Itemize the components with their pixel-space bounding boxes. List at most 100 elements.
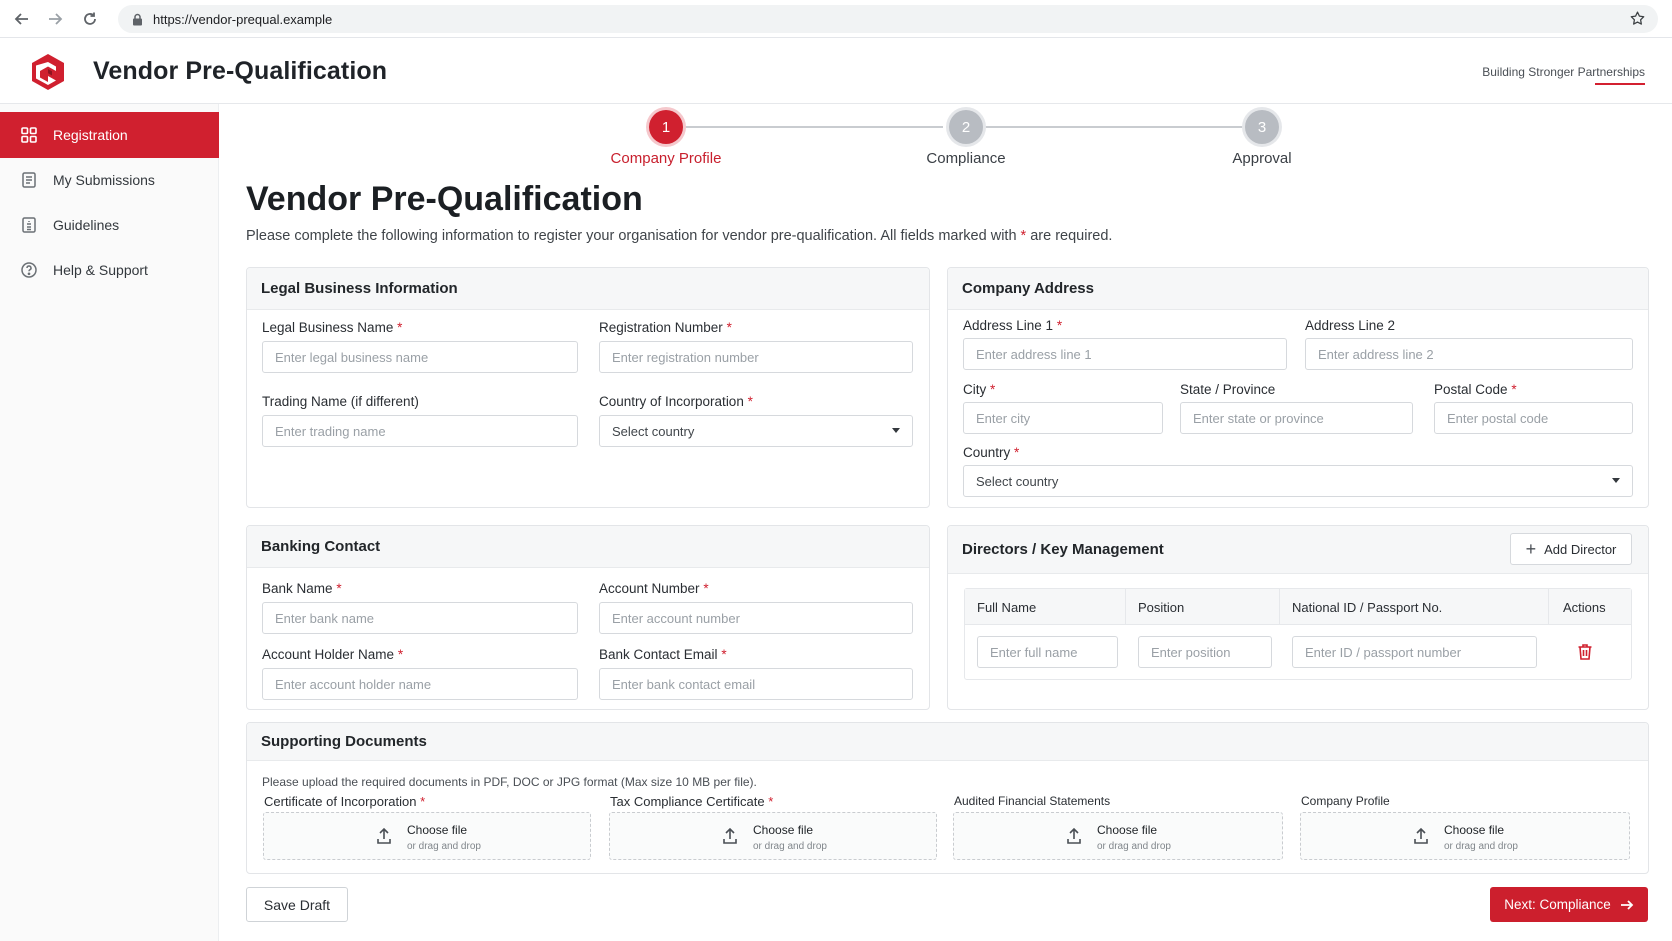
add-director-label: Add Director <box>1544 541 1617 557</box>
app-title: Vendor Pre-Qualification <box>93 57 388 85</box>
chevron-down-icon <box>1612 478 1620 483</box>
column-header: Position <box>1126 589 1280 625</box>
bank-email-label: Bank Contact Email * <box>599 647 727 662</box>
country-label: Country * <box>963 445 1020 460</box>
city-input[interactable]: Enter city <box>963 402 1163 434</box>
state-label: State / Province <box>1180 382 1276 397</box>
page-intro: Please complete the following informatio… <box>246 228 1112 244</box>
supporting-documents-card: Supporting Documents Please upload the r… <box>246 722 1649 874</box>
sidebar-item-label: My Submissions <box>53 172 155 188</box>
card-title: Company Address <box>948 268 1648 310</box>
document-label: Company Profile <box>1301 794 1390 808</box>
country-select[interactable]: Select country <box>963 465 1633 497</box>
grid-icon <box>19 125 39 145</box>
intro-text: Please complete the following informatio… <box>246 228 1017 244</box>
column-header: Actions <box>1563 599 1606 615</box>
upload-icon <box>1413 827 1429 845</box>
legal-name-input[interactable]: Enter legal business name <box>262 341 578 373</box>
tagline: Building Stronger Partnerships <box>1482 65 1645 79</box>
card-title: Supporting Documents <box>247 723 1648 761</box>
account-holder-label: Account Holder Name * <box>262 647 404 662</box>
account-number-label: Account Number * <box>599 581 709 596</box>
page-title: Vendor Pre-Qualification <box>246 180 643 218</box>
back-icon[interactable] <box>12 9 32 29</box>
step-2-circle[interactable]: 2 <box>949 110 983 144</box>
directors-card: Directors / Key Management + Add Directo… <box>947 525 1649 710</box>
arrow-right-icon <box>1620 898 1634 912</box>
postal-code-label: Postal Code * <box>1434 382 1517 397</box>
legal-name-label: Legal Business Name * <box>262 320 403 335</box>
step-2-label: Compliance <box>926 150 1006 167</box>
sidebar-item-label: Guidelines <box>53 217 120 233</box>
card-title: Legal Business Information <box>247 268 929 310</box>
next-compliance-button[interactable]: Next: Compliance <box>1490 887 1648 922</box>
director-id-input[interactable]: Enter ID / passport number <box>1292 636 1537 668</box>
upload-dropzone[interactable]: Choose file or drag and drop <box>953 812 1283 860</box>
trading-name-label: Trading Name (if different) <box>262 394 419 409</box>
sidebar-item-guidelines[interactable]: Guidelines <box>0 202 219 248</box>
banking-contact-card: Banking Contact Bank Name * Enter bank n… <box>246 525 930 710</box>
tagline-underline <box>1595 83 1645 85</box>
upload-dropzone[interactable]: Choose file or drag and drop <box>609 812 937 860</box>
sidebar-item-my-submissions[interactable]: My Submissions <box>0 157 219 203</box>
company-address-card: Company Address Address Line 1 * Enter a… <box>947 267 1649 508</box>
add-director-button[interactable]: + Add Director <box>1510 533 1632 565</box>
documents-hint: Please upload the required documents in … <box>262 775 757 789</box>
card-title: Banking Contact <box>247 526 929 568</box>
sidebar: Registration My Submissions Guidelines H… <box>0 104 219 941</box>
select-value: Select country <box>976 473 1059 489</box>
upload-icon <box>722 827 738 845</box>
address-line1-input[interactable]: Enter address line 1 <box>963 338 1287 370</box>
registration-number-input[interactable]: Enter registration number <box>599 341 913 373</box>
plus-icon: + <box>1525 539 1537 559</box>
trash-icon[interactable] <box>1577 643 1593 661</box>
registration-number-label: Registration Number * <box>599 320 732 335</box>
account-holder-input[interactable]: Enter account holder name <box>262 668 578 700</box>
upload-dropzone[interactable]: Choose file or drag and drop <box>263 812 591 860</box>
save-draft-button[interactable]: Save Draft <box>246 887 348 922</box>
document-label: Tax Compliance Certificate * <box>610 794 774 809</box>
directors-table: Full Name Position National ID / Passpor… <box>964 588 1632 680</box>
upload-icon <box>1066 827 1082 845</box>
star-icon[interactable] <box>1629 10 1646 27</box>
address-line2-input[interactable]: Enter address line 2 <box>1305 338 1633 370</box>
state-input[interactable]: Enter state or province <box>1180 402 1413 434</box>
stepper-line-1 <box>683 126 943 128</box>
stepper-line-2 <box>983 126 1245 128</box>
chevron-down-icon <box>892 428 900 433</box>
step-1-circle[interactable]: 1 <box>649 110 683 144</box>
step-1-label: Company Profile <box>610 150 722 167</box>
sidebar-item-registration[interactable]: Registration <box>0 112 219 158</box>
address-line1-label: Address Line 1 * <box>963 318 1063 333</box>
director-name-input[interactable]: Enter full name <box>977 636 1118 668</box>
upload-dropzone[interactable]: Choose file or drag and drop <box>1300 812 1630 860</box>
book-icon <box>19 215 39 235</box>
url-text: https://vendor-prequal.example <box>153 11 333 27</box>
browser-toolbar: https://vendor-prequal.example <box>0 0 1672 38</box>
upload-icon <box>376 827 392 845</box>
country-incorporation-select[interactable]: Select country <box>599 415 913 447</box>
lock-icon <box>132 13 143 26</box>
country-incorporation-label: Country of Incorporation * <box>599 394 753 409</box>
account-number-input[interactable]: Enter account number <box>599 602 913 634</box>
choose-file-label: Choose file <box>753 823 814 837</box>
trading-name-input[interactable]: Enter trading name <box>262 415 578 447</box>
address-bar[interactable]: https://vendor-prequal.example <box>118 5 1658 33</box>
bank-name-input[interactable]: Enter bank name <box>262 602 578 634</box>
reload-icon[interactable] <box>80 9 100 29</box>
sidebar-item-help-support[interactable]: Help & Support <box>0 247 219 293</box>
bank-email-input[interactable]: Enter bank contact email <box>599 668 913 700</box>
drag-drop-label: or drag and drop <box>1444 841 1518 852</box>
step-3-label: Approval <box>1232 150 1292 167</box>
forward-icon[interactable] <box>45 9 65 29</box>
director-position-input[interactable]: Enter position <box>1138 636 1272 668</box>
choose-file-label: Choose file <box>1097 823 1158 837</box>
city-label: City * <box>963 382 996 397</box>
choose-file-label: Choose file <box>1444 823 1505 837</box>
column-header: Full Name <box>965 589 1126 625</box>
drag-drop-label: or drag and drop <box>407 841 481 852</box>
step-3-circle[interactable]: 3 <box>1245 110 1279 144</box>
postal-code-input[interactable]: Enter postal code <box>1434 402 1633 434</box>
logo-icon <box>28 52 68 92</box>
sidebar-item-label: Registration <box>53 127 128 143</box>
